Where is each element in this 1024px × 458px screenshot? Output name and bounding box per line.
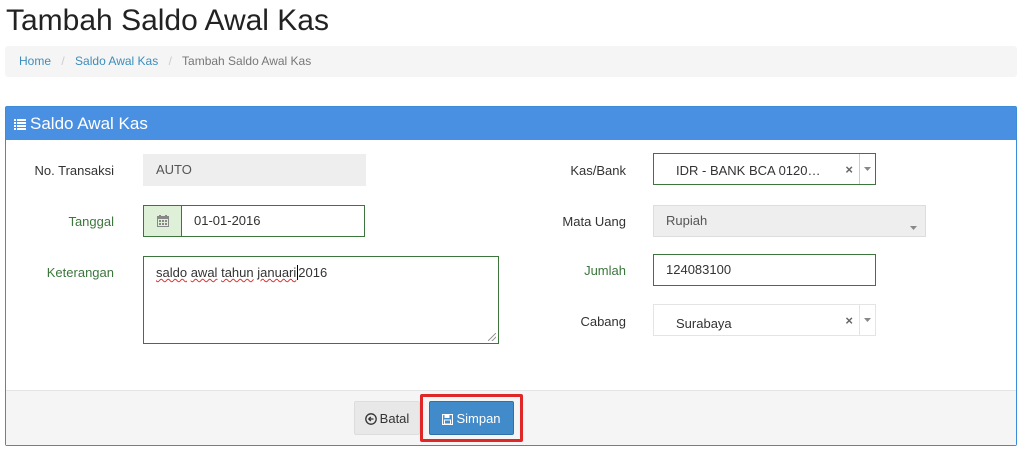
batal-button-label: Batal <box>379 411 410 426</box>
simpan-button-label: Simpan <box>456 411 501 426</box>
cabang-label: Cabang <box>580 314 626 329</box>
resize-grip-icon[interactable] <box>488 333 496 341</box>
chevron-down-icon[interactable] <box>859 154 875 184</box>
panel-footer: Batal Simpan <box>6 390 1016 445</box>
cabang-value: Surabaya <box>676 316 732 331</box>
panel-title: Saldo Awal Kas <box>30 114 148 133</box>
cabang-select[interactable]: Surabaya × <box>653 304 876 336</box>
breadcrumb: Home / Saldo Awal Kas / Tambah Saldo Awa… <box>5 46 1017 77</box>
tanggal-date-group: 01-01-2016 <box>143 205 365 237</box>
batal-button[interactable]: Batal <box>354 401 420 435</box>
mata-uang-value: Rupiah <box>666 213 708 228</box>
jumlah-label: Jumlah <box>584 263 626 278</box>
keterangan-word: saldo <box>156 265 188 280</box>
chevron-down-icon <box>910 218 917 233</box>
calendar-icon[interactable] <box>143 205 181 237</box>
tanggal-input[interactable]: 01-01-2016 <box>181 205 365 237</box>
panel-heading: Saldo Awal Kas <box>6 107 1016 140</box>
keterangan-word: 2016 <box>298 265 328 280</box>
breadcrumb-saldo-awal-kas-link[interactable]: Saldo Awal Kas <box>75 54 158 68</box>
keterangan-word: januari <box>257 265 297 280</box>
mata-uang-select: Rupiah <box>653 205 926 237</box>
breadcrumb-separator: / <box>168 54 172 68</box>
kas-bank-label: Kas/Bank <box>570 163 626 178</box>
simpan-button[interactable]: Simpan <box>429 401 514 435</box>
mata-uang-label: Mata Uang <box>562 214 626 229</box>
breadcrumb-current: Tambah Saldo Awal Kas <box>182 54 312 68</box>
breadcrumb-separator: / <box>61 54 65 68</box>
list-icon <box>14 108 26 141</box>
breadcrumb-home-link[interactable]: Home <box>19 54 51 68</box>
saldo-awal-kas-panel: Saldo Awal Kas No. Transaksi AUTO Tangga… <box>5 106 1017 446</box>
keterangan-label: Keterangan <box>46 265 114 280</box>
no-transaksi-field: AUTO <box>143 154 366 186</box>
chevron-down-icon[interactable] <box>859 305 875 335</box>
kas-bank-select[interactable]: IDR - BANK BCA 0120… × <box>653 153 876 185</box>
no-transaksi-label: No. Transaksi <box>34 163 114 178</box>
jumlah-input[interactable]: 124083100 <box>653 254 876 286</box>
back-circle-icon <box>364 413 377 425</box>
tanggal-label: Tanggal <box>68 214 114 229</box>
keterangan-word: awal <box>190 265 218 280</box>
keterangan-word: tahun <box>221 265 254 280</box>
kas-bank-clear-icon[interactable]: × <box>845 154 853 186</box>
kas-bank-value: IDR - BANK BCA 0120… <box>676 163 821 178</box>
page-title: Tambah Saldo Awal Kas <box>6 4 329 37</box>
floppy-disk-icon <box>442 413 454 426</box>
cabang-clear-icon[interactable]: × <box>845 305 853 337</box>
keterangan-textarea[interactable]: saldo awal tahun januari 2016 <box>143 256 499 344</box>
